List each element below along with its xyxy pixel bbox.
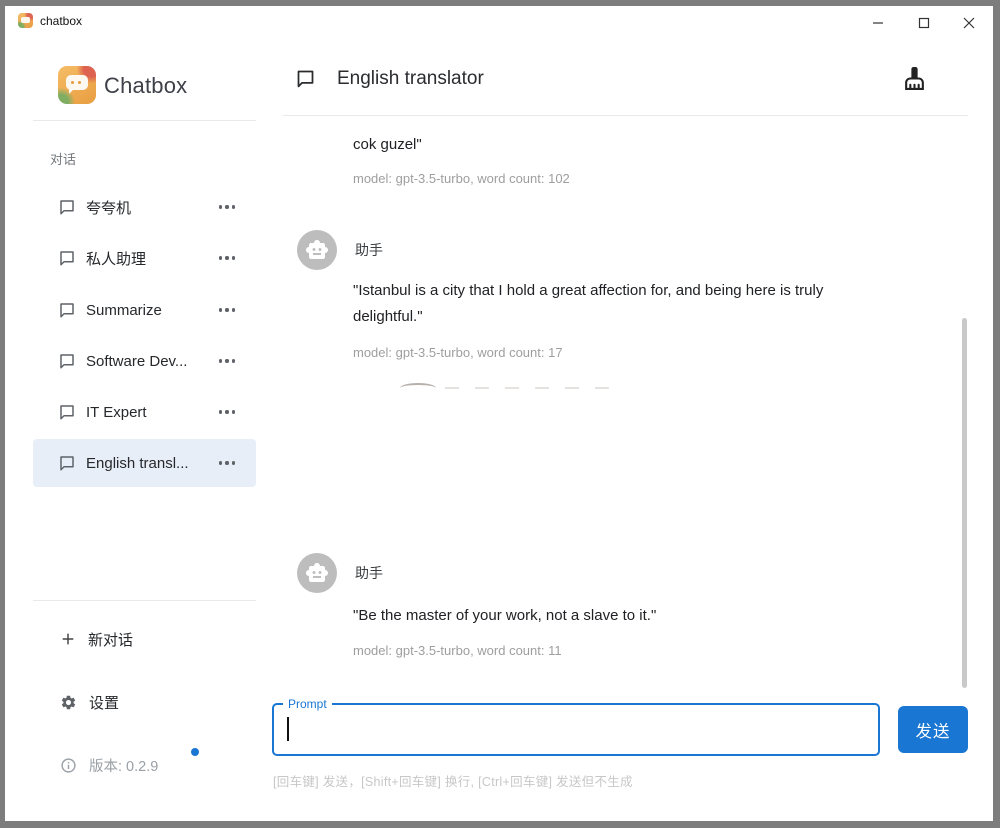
update-badge: [191, 748, 199, 756]
sidebar-item-label: Summarize: [86, 302, 219, 319]
app-icon: [18, 13, 33, 28]
close-button[interactable]: [954, 12, 984, 34]
conversation-title: English translator: [337, 68, 484, 90]
sidebar-divider-top: [33, 120, 256, 121]
version-label: 版本: 0.2.9: [89, 755, 158, 776]
plus-icon: [60, 631, 76, 647]
message-text: "Istanbul is a city that I hold a great …: [353, 278, 875, 330]
message-meta: model: gpt-3.5-turbo, word count: 102: [353, 171, 570, 186]
prompt-input[interactable]: [284, 712, 864, 750]
message-text: "Be the master of your work, not a slave…: [353, 603, 656, 629]
info-icon: [60, 757, 77, 774]
message-text: cok guzel": [353, 132, 422, 158]
fading-avatar-remnant: [400, 383, 436, 393]
sidebar-item-label: English transl...: [86, 455, 219, 472]
sidebar-item-software-dev[interactable]: Software Dev...: [33, 339, 256, 383]
more-menu-icon[interactable]: [219, 308, 235, 311]
minimize-icon: [872, 17, 884, 29]
keyboard-hints: [回车键] 发送，[Shift+回车键] 换行, [Ctrl+回车键] 发送但不…: [273, 771, 633, 790]
cleaning-brush-icon: [902, 66, 927, 91]
new-chat-label: 新对话: [88, 629, 133, 650]
sidebar-item-private-assistant[interactable]: 私人助理: [33, 236, 256, 280]
message-meta: model: gpt-3.5-turbo, word count: 17: [353, 345, 563, 360]
chat-bubble-icon: [58, 454, 76, 472]
version-info[interactable]: 版本: 0.2.9: [33, 750, 256, 780]
settings-label: 设置: [89, 692, 119, 713]
close-icon: [963, 17, 975, 29]
more-menu-icon[interactable]: [219, 410, 235, 413]
titlebar: chatbox: [5, 6, 993, 36]
chat-bubble-icon: [58, 198, 76, 216]
app-window: chatbox Chatbox 对话 夸夸机 私人助理 Summarize So…: [5, 6, 993, 821]
message-role: 助手: [355, 563, 383, 583]
send-button[interactable]: 发送: [898, 706, 968, 753]
sidebar-item-it-expert[interactable]: IT Expert: [33, 390, 256, 434]
chatbox-logo-bubble-icon: [66, 75, 88, 90]
chat-bubble-icon: [58, 352, 76, 370]
more-menu-icon[interactable]: [219, 359, 235, 362]
settings-button[interactable]: 设置: [33, 687, 256, 717]
maximize-icon: [918, 17, 930, 29]
sidebar-item-label: Software Dev...: [86, 353, 219, 370]
sidebar-item-english-translator[interactable]: English transl...: [33, 439, 256, 487]
app-name: Chatbox: [104, 73, 187, 99]
new-chat-button[interactable]: 新对话: [33, 624, 256, 654]
sidebar-item-label: IT Expert: [86, 404, 219, 421]
robot-icon: [305, 238, 329, 262]
text-caret: [287, 717, 289, 741]
robot-icon: [305, 561, 329, 585]
maximize-button[interactable]: [909, 12, 939, 34]
sidebar-item-kuakuaji[interactable]: 夸夸机: [33, 185, 256, 229]
clear-messages-button[interactable]: [898, 64, 930, 96]
assistant-avatar: [297, 230, 337, 270]
sidebar-item-label: 私人助理: [86, 248, 219, 269]
sidebar-item-summarize[interactable]: Summarize: [33, 288, 256, 332]
sidebar-divider-bottom: [33, 600, 256, 601]
prompt-field[interactable]: Prompt: [272, 698, 880, 756]
conversations-section-label: 对话: [50, 149, 76, 168]
chat-bubble-icon: [58, 403, 76, 421]
conversation-title-icon: [295, 68, 316, 94]
chat-bubble-icon: [58, 301, 76, 319]
more-menu-icon[interactable]: [219, 205, 235, 208]
more-menu-icon[interactable]: [219, 256, 235, 259]
minimize-button[interactable]: [863, 12, 893, 34]
gear-icon: [60, 694, 77, 711]
window-title: chatbox: [40, 14, 82, 28]
message-meta: model: gpt-3.5-turbo, word count: 11: [353, 643, 562, 658]
prompt-field-label: Prompt: [283, 698, 332, 710]
sidebar-item-label: 夸夸机: [86, 197, 219, 218]
chatbox-logo: [58, 66, 96, 104]
chat-bubble-icon: [58, 249, 76, 267]
assistant-avatar: [297, 553, 337, 593]
scrollbar[interactable]: [962, 318, 967, 688]
more-menu-icon[interactable]: [219, 461, 235, 464]
message-role: 助手: [355, 240, 383, 260]
fading-text-remnant: [445, 387, 625, 389]
header-divider: [283, 115, 968, 116]
